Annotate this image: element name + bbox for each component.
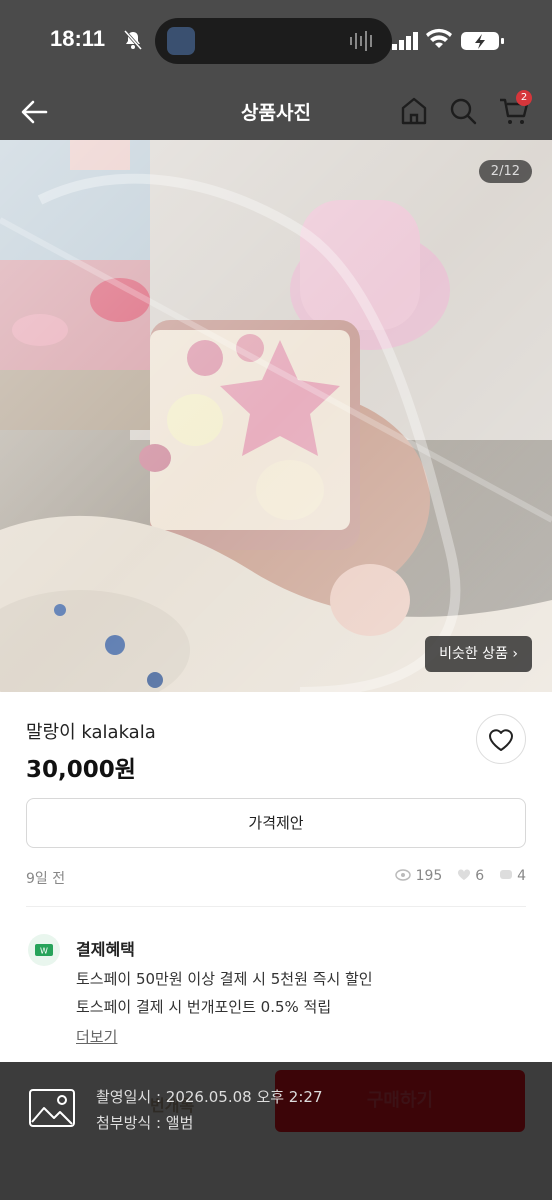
heart-small-icon: [457, 869, 470, 880]
payment-benefit-line: 토스페이 결제 시 번개포인트 0.5% 적립: [76, 998, 332, 1016]
product-stats: 195 6 4: [395, 868, 526, 884]
like-count: 6: [475, 868, 485, 884]
wifi-icon: [426, 28, 452, 48]
battery-charging-icon: [461, 32, 504, 50]
product-image: [0, 140, 552, 692]
product-info: 말랑이 kalakala 30,000원 가격제안 9일 전 195 6 4 W…: [0, 692, 552, 1062]
heart-icon: [489, 729, 513, 751]
product-photo[interactable]: 2/12 비슷한 상품 ›: [0, 140, 552, 692]
bottom-bar: 번개톡 구매하기 촬영일시 : 2026.05.08 오후 2:27 첨부방식 …: [0, 1062, 552, 1200]
top-nav: 상품사진: [0, 84, 552, 140]
status-bar: 18:11: [0, 0, 552, 84]
view-count: 195: [415, 868, 443, 884]
chat-count: 4: [517, 868, 526, 884]
price-offer-button[interactable]: 가격제안: [26, 798, 526, 848]
signal-icon: [392, 32, 418, 50]
similar-products-button[interactable]: 비슷한 상품 ›: [425, 636, 532, 672]
product-title: 말랑이 kalakala: [26, 722, 156, 743]
photo-taken-date: 촬영일시 : 2026.05.08 오후 2:27: [96, 1088, 323, 1106]
dynamic-island: [155, 18, 392, 64]
svg-text:W: W: [40, 947, 48, 956]
payment-benefit-icon: W: [28, 934, 60, 966]
posted-time: 9일 전: [26, 871, 66, 887]
home-icon[interactable]: [400, 96, 428, 126]
search-icon[interactable]: [448, 96, 478, 126]
photo-counter: 2/12: [478, 160, 532, 183]
cart-count-badge: 2: [516, 90, 532, 106]
payment-benefit-line: 토스페이 50만원 이상 결제 시 5천원 즉시 할인: [76, 970, 373, 988]
payment-benefit-title: 결제혜택: [76, 940, 135, 959]
product-price: 30,000원: [26, 757, 136, 783]
divider: [26, 906, 526, 907]
like-button[interactable]: [476, 714, 526, 764]
eye-icon: [395, 869, 411, 881]
attach-method: 첨부방식 : 앨범: [96, 1114, 194, 1132]
audio-wave-icon: [350, 31, 372, 51]
image-attachment-icon: [29, 1089, 75, 1127]
clock: 18:11: [50, 26, 106, 51]
more-link[interactable]: 더보기: [76, 1026, 117, 1047]
app-thumbnail-icon: [167, 27, 195, 55]
chat-small-icon: [499, 870, 512, 879]
mute-bell-icon: [123, 30, 143, 50]
